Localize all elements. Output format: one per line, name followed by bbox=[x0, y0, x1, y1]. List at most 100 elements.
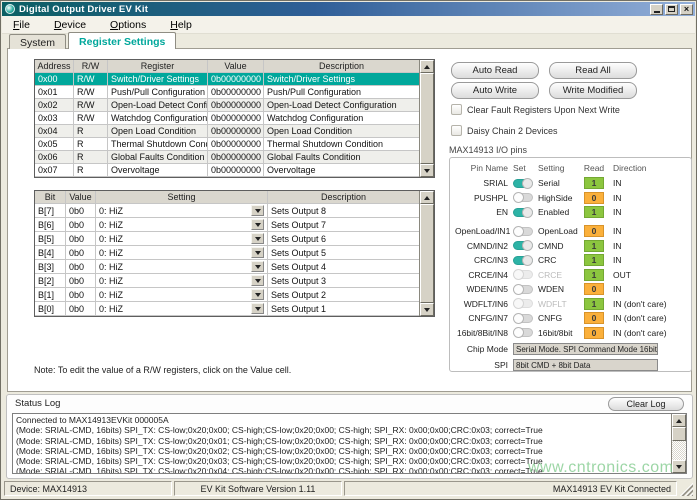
log-line: (Mode: SRIAL-CMD, 16bits) SPI_TX: CS-low… bbox=[16, 425, 668, 435]
register-value-cell[interactable]: 0b00000000 bbox=[208, 112, 264, 124]
dropdown-button[interactable] bbox=[251, 261, 264, 272]
bit-setting-dropdown[interactable]: 0: HiZ bbox=[96, 232, 268, 245]
toggle-knob bbox=[522, 207, 533, 218]
dropdown-button[interactable] bbox=[251, 233, 264, 244]
pin-toggle[interactable] bbox=[513, 314, 533, 323]
bit-table-scrollbar[interactable] bbox=[419, 191, 434, 316]
auto-read-button[interactable]: Auto Read bbox=[451, 62, 539, 79]
toggle-knob bbox=[513, 284, 524, 295]
toggle-knob bbox=[513, 269, 524, 280]
register-row[interactable]: 0x04 R Open Load Condition 0b00000000 Op… bbox=[35, 125, 419, 138]
bit-setting-dropdown[interactable]: 0: HiZ bbox=[96, 274, 268, 287]
bit-label: B[4] bbox=[35, 246, 66, 259]
clear-fault-checkbox-row[interactable]: Clear Fault Registers Upon Next Write bbox=[451, 104, 620, 115]
col-set: Set bbox=[513, 163, 538, 173]
pin-toggle[interactable] bbox=[513, 299, 533, 308]
pin-toggle[interactable] bbox=[513, 208, 533, 217]
pin-read-indicator: 0 bbox=[584, 327, 604, 339]
log-line: Connected to MAX14913EVKit 000005A bbox=[16, 415, 668, 425]
pin-toggle[interactable] bbox=[513, 241, 533, 250]
close-button[interactable]: × bbox=[680, 4, 693, 15]
register-row[interactable]: 0x01 R/W Push/Pull Configuration 0b00000… bbox=[35, 86, 419, 99]
col-address: Address bbox=[35, 60, 74, 72]
dropdown-button[interactable] bbox=[251, 303, 264, 314]
write-modified-button[interactable]: Write Modified bbox=[549, 82, 637, 99]
bit-setting-dropdown[interactable]: 0: HiZ bbox=[96, 218, 268, 231]
bit-description: Sets Output 4 bbox=[268, 260, 419, 273]
scroll-down-icon[interactable] bbox=[672, 460, 686, 473]
register-value-cell[interactable]: 0b00000000 bbox=[208, 99, 264, 111]
resize-grip[interactable] bbox=[679, 481, 693, 496]
register-row[interactable]: 0x00 R/W Switch/Driver Settings 0b000000… bbox=[35, 73, 419, 86]
checkbox-icon[interactable] bbox=[451, 104, 462, 115]
dropdown-button[interactable] bbox=[251, 289, 264, 300]
io-pin-row: 16bit/8Bit/IN8 16bit/8bit 0 IN (don't ca… bbox=[455, 326, 687, 340]
minimize-button[interactable] bbox=[650, 4, 663, 15]
scrollbar-thumb[interactable] bbox=[672, 427, 686, 441]
bit-setting-dropdown[interactable]: 0: HiZ bbox=[96, 302, 268, 315]
tab[interactable]: System bbox=[9, 34, 66, 49]
pin-toggle[interactable] bbox=[513, 328, 533, 337]
register-row[interactable]: 0x06 R Global Faults Condition 0b0000000… bbox=[35, 151, 419, 164]
read-all-button[interactable]: Read All bbox=[549, 62, 637, 79]
register-description: Thermal Shutdown Condition bbox=[264, 138, 419, 150]
tab[interactable]: Register Settings bbox=[68, 32, 176, 49]
register-row[interactable]: 0x05 R Thermal Shutdown Condition 0b0000… bbox=[35, 138, 419, 151]
bit-setting-dropdown[interactable]: 0: HiZ bbox=[96, 288, 268, 301]
register-value-cell[interactable]: 0b00000000 bbox=[208, 73, 264, 85]
toggle-knob bbox=[513, 327, 524, 338]
checkbox-icon[interactable] bbox=[451, 125, 462, 136]
pin-read-indicator: 0 bbox=[584, 312, 604, 324]
register-value-cell[interactable]: 0b00000000 bbox=[208, 138, 264, 150]
scroll-down-icon[interactable] bbox=[420, 164, 434, 177]
pin-setting-label: Serial bbox=[538, 178, 583, 188]
scrollbar-thumb[interactable] bbox=[420, 73, 434, 164]
register-address: 0x04 bbox=[35, 125, 74, 137]
register-row[interactable]: 0x03 R/W Watchdog Configuration 0b000000… bbox=[35, 112, 419, 125]
menu-item[interactable]: Device bbox=[48, 17, 96, 33]
register-row[interactable]: 0x02 R/W Open-Load Detect Configuration … bbox=[35, 99, 419, 112]
pin-toggle[interactable] bbox=[513, 270, 533, 279]
scroll-down-icon[interactable] bbox=[420, 303, 434, 316]
register-value-cell[interactable]: 0b00000000 bbox=[208, 86, 264, 98]
register-rw: R/W bbox=[74, 99, 108, 111]
daisy-chain-checkbox-row[interactable]: Daisy Chain 2 Devices bbox=[451, 125, 558, 136]
toggle-knob bbox=[513, 298, 524, 309]
scroll-up-icon[interactable] bbox=[420, 60, 434, 73]
menu-item[interactable]: Help bbox=[164, 17, 202, 33]
register-value-cell[interactable]: 0b00000000 bbox=[208, 125, 264, 137]
register-row[interactable]: 0x07 R Overvoltage 0b00000000 Overvoltag… bbox=[35, 164, 419, 177]
menu-item[interactable]: File bbox=[7, 17, 40, 33]
pin-toggle[interactable] bbox=[513, 256, 533, 265]
register-description: Open-Load Detect Configuration bbox=[264, 99, 419, 111]
dropdown-button[interactable] bbox=[251, 275, 264, 286]
pin-toggle[interactable] bbox=[513, 227, 533, 236]
auto-write-button[interactable]: Auto Write bbox=[451, 82, 539, 99]
pin-direction: IN bbox=[613, 178, 622, 188]
pin-toggle[interactable] bbox=[513, 179, 533, 188]
scrollbar-thumb[interactable] bbox=[420, 204, 434, 303]
dropdown-button[interactable] bbox=[251, 219, 264, 230]
pin-toggle[interactable] bbox=[513, 285, 533, 294]
status-device: Device: MAX14913 bbox=[4, 481, 172, 496]
scroll-up-icon[interactable] bbox=[672, 414, 686, 427]
register-table-scrollbar[interactable] bbox=[419, 60, 434, 177]
pin-setting-label: WDEN bbox=[538, 284, 583, 294]
register-value-cell[interactable]: 0b00000000 bbox=[208, 164, 264, 176]
register-name: Push/Pull Configuration bbox=[108, 86, 208, 98]
clear-log-button[interactable]: Clear Log bbox=[608, 397, 684, 411]
col-description: Description bbox=[264, 60, 419, 72]
bit-value: 0b0 bbox=[66, 260, 96, 273]
col-pin-setting: Setting bbox=[538, 163, 583, 173]
bit-setting-dropdown[interactable]: 0: HiZ bbox=[96, 260, 268, 273]
dropdown-button[interactable] bbox=[251, 205, 264, 216]
maximize-button[interactable] bbox=[665, 4, 678, 15]
register-value-cell[interactable]: 0b00000000 bbox=[208, 151, 264, 163]
bit-setting-dropdown[interactable]: 0: HiZ bbox=[96, 204, 268, 217]
dropdown-button[interactable] bbox=[251, 247, 264, 258]
scroll-up-icon[interactable] bbox=[420, 191, 434, 204]
status-log-scrollbar[interactable] bbox=[671, 414, 686, 473]
bit-setting-dropdown[interactable]: 0: HiZ bbox=[96, 246, 268, 259]
menu-item[interactable]: Options bbox=[104, 17, 156, 33]
pin-toggle[interactable] bbox=[513, 193, 533, 202]
